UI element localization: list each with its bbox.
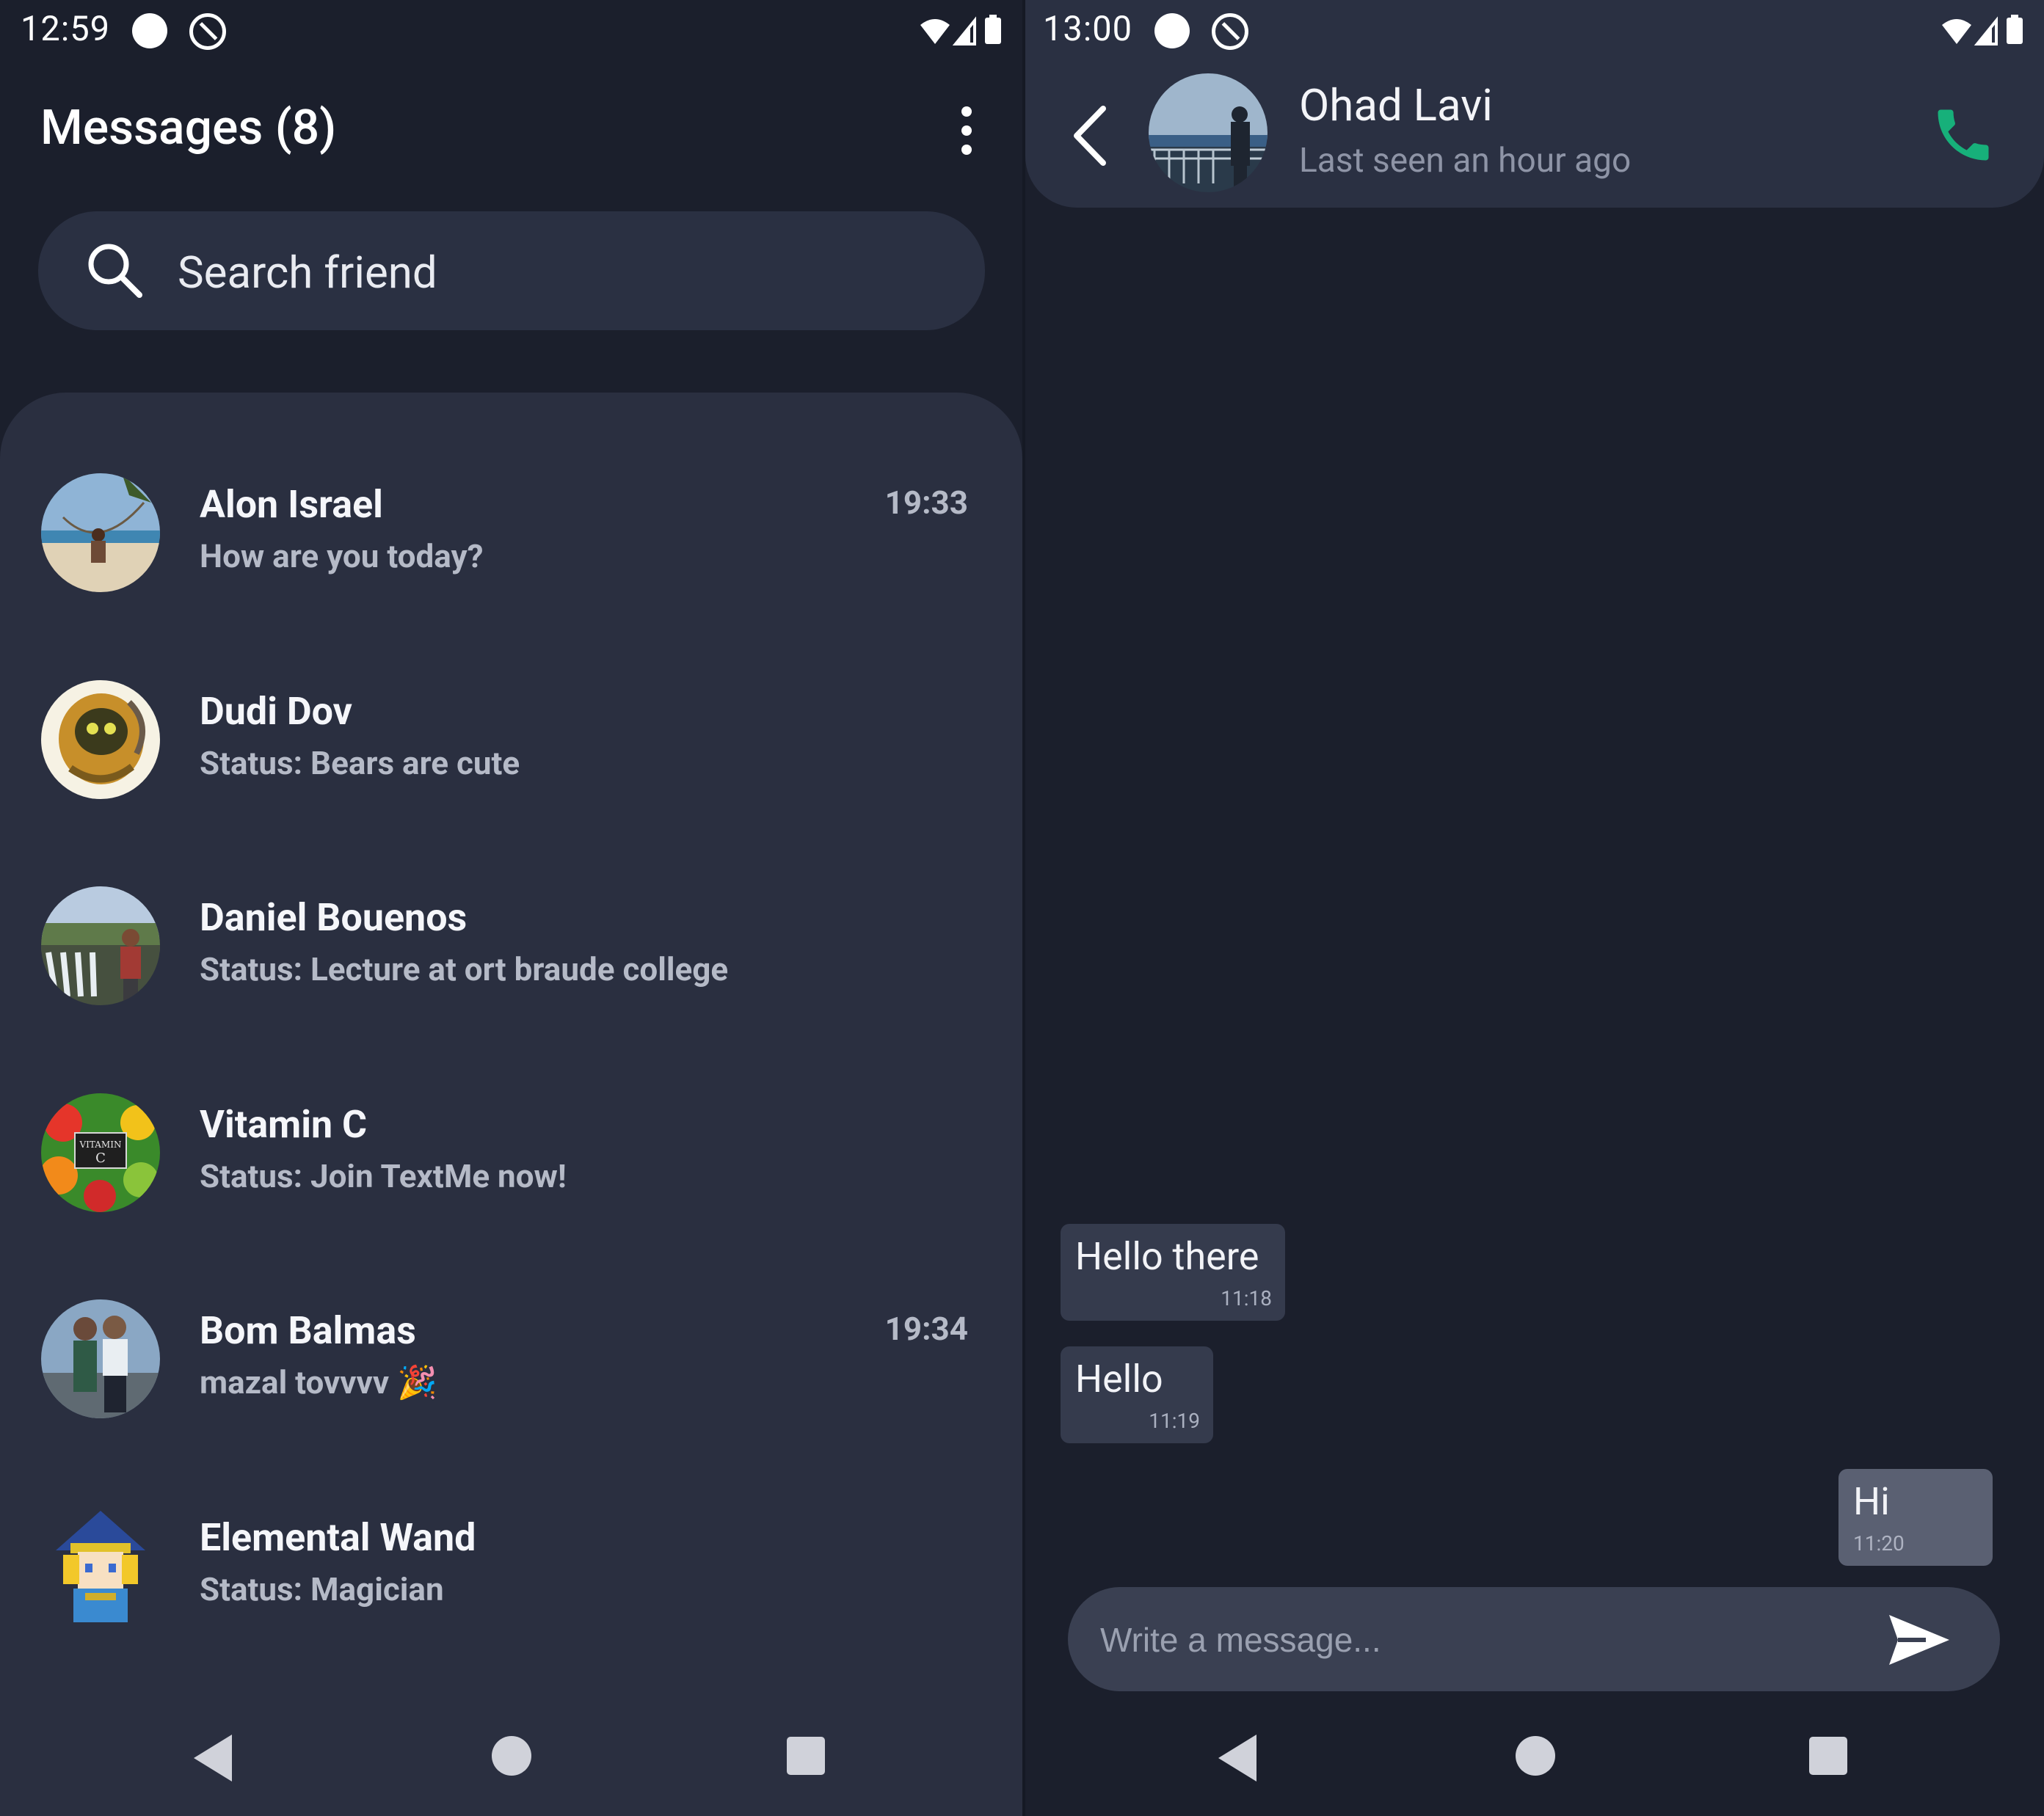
chat-contact-name: Ohad Lavi xyxy=(1299,79,1493,131)
nav-home-icon[interactable] xyxy=(1516,1736,1555,1776)
page-title: Messages (8) xyxy=(40,100,337,156)
message-time: 11:18 xyxy=(1221,1286,1272,1310)
contact-status: Status: Lecture at ort braude college xyxy=(200,950,729,988)
contact-row[interactable]: VITAMIN C Vitamin C Status: Join TextMe … xyxy=(0,1013,1022,1212)
message-bubble-incoming: Hello 11:19 xyxy=(1061,1346,1213,1443)
status-bar: 13:00 xyxy=(1025,0,2044,60)
avatar xyxy=(41,680,160,799)
message-time: 11:20 xyxy=(1853,1531,1905,1556)
contact-last-message: mazal tovvvv 🎉 xyxy=(200,1363,437,1401)
contact-time: 19:33 xyxy=(884,484,968,522)
contact-name: Elemental Wand xyxy=(200,1515,476,1560)
notification-dot-icon xyxy=(132,13,167,48)
search-bar[interactable]: Search friend xyxy=(38,211,985,330)
do-not-disturb-icon xyxy=(1212,13,1248,50)
more-vert-icon[interactable] xyxy=(954,106,979,155)
back-chevron-icon[interactable] xyxy=(1063,103,1115,169)
nav-back-icon[interactable] xyxy=(194,1735,232,1782)
message-text: Hello xyxy=(1075,1357,1163,1401)
contact-row[interactable]: Alon Israel How are you today? 19:33 xyxy=(0,393,1022,592)
avatar xyxy=(41,473,160,592)
do-not-disturb-icon xyxy=(189,13,226,50)
nav-home-icon[interactable] xyxy=(492,1736,531,1776)
vitamin-sign-line2: C xyxy=(95,1151,106,1166)
avatar xyxy=(41,1506,160,1625)
message-bubble-outgoing: Hi 11:20 xyxy=(1838,1469,1993,1566)
contact-name: Dudi Dov xyxy=(200,689,352,734)
nav-recents-icon[interactable] xyxy=(1809,1737,1847,1775)
send-icon[interactable] xyxy=(1886,1611,1952,1669)
contact-row[interactable]: Elemental Wand Status: Magician xyxy=(0,1426,1022,1625)
search-placeholder: Search friend xyxy=(178,247,437,299)
status-icons xyxy=(1938,12,2028,47)
search-icon xyxy=(88,244,142,298)
status-time: 12:59 xyxy=(21,9,111,49)
wifi-signal-battery-icon xyxy=(1941,13,2024,45)
nav-back-icon[interactable] xyxy=(1218,1735,1256,1782)
nav-recents-icon[interactable] xyxy=(787,1737,825,1775)
avatar xyxy=(41,886,160,1005)
message-text: Hi xyxy=(1853,1479,1890,1524)
contact-row[interactable]: Daniel Bouenos Status: Lecture at ort br… xyxy=(0,806,1022,1005)
vitamin-sign-line1: VITAMIN xyxy=(79,1139,122,1150)
contact-time: 19:34 xyxy=(884,1310,968,1348)
contact-status: Status: Join TextMe now! xyxy=(200,1157,567,1195)
message-text: Hello there xyxy=(1075,1234,1259,1279)
contact-row[interactable]: Bom Balmas mazal tovvvv 🎉 19:34 xyxy=(0,1219,1022,1418)
contact-row[interactable]: Dudi Dov Status: Bears are cute xyxy=(0,599,1022,799)
contact-name: Daniel Bouenos xyxy=(200,895,468,940)
avatar xyxy=(41,1299,160,1418)
message-bubble-incoming: Hello there 11:18 xyxy=(1061,1224,1285,1321)
message-time: 11:19 xyxy=(1149,1409,1200,1433)
contact-status: Status: Magician xyxy=(200,1570,444,1608)
phone-icon[interactable] xyxy=(1930,101,1997,169)
chat-screen: 13:00 Ohad Lavi Last seen an hour ago He… xyxy=(1025,0,2044,1816)
message-input[interactable] xyxy=(1099,1613,1865,1666)
messages-screen: 12:59 Messages (8) Search friend Alon Is… xyxy=(0,0,1022,1816)
status-icons xyxy=(917,12,1006,47)
status-bar: 12:59 xyxy=(0,0,1022,60)
contact-name: Bom Balmas xyxy=(200,1308,416,1353)
contact-status: Status: Bears are cute xyxy=(200,744,520,782)
last-seen-status: Last seen an hour ago xyxy=(1299,141,1632,180)
contact-name: Alon Israel xyxy=(200,482,383,527)
avatar[interactable] xyxy=(1149,73,1268,192)
contact-last-message: How are you today? xyxy=(200,537,484,575)
status-time: 13:00 xyxy=(1043,9,1133,49)
message-composer xyxy=(1068,1587,2000,1691)
notification-dot-icon xyxy=(1154,13,1190,48)
navigation-bar xyxy=(1025,1717,2044,1798)
contact-name: Vitamin C xyxy=(200,1102,368,1147)
wifi-signal-battery-icon xyxy=(919,13,1003,45)
avatar: VITAMIN C xyxy=(41,1093,160,1212)
navigation-bar xyxy=(0,1717,1022,1798)
contacts-list: Alon Israel How are you today? 19:33 Dud… xyxy=(0,393,1022,1816)
